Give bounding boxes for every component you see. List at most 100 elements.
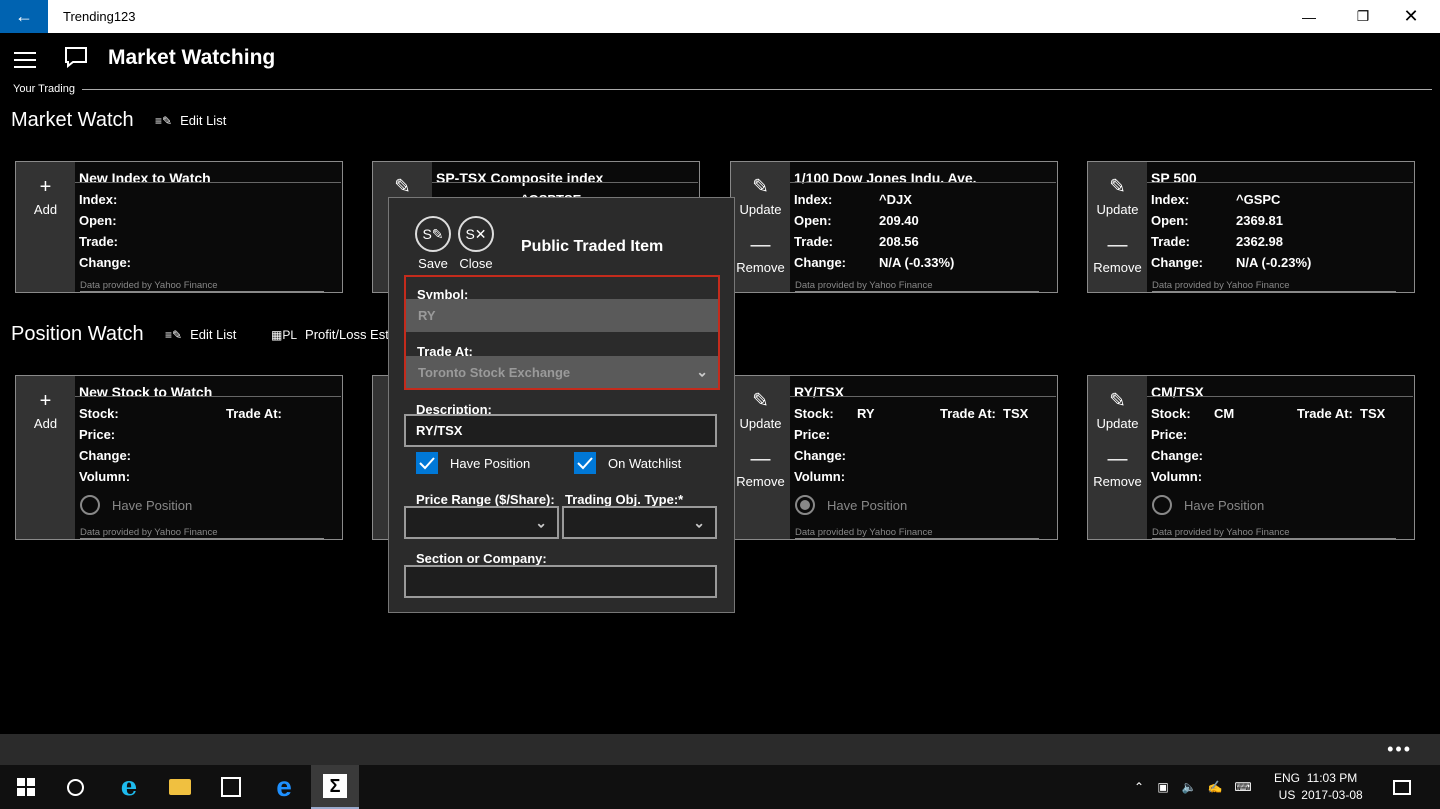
start-button[interactable] <box>2 765 50 809</box>
radio-circle-icon <box>795 495 815 515</box>
clock[interactable]: 11:03 PM 2017-03-08 <box>1300 770 1364 804</box>
more-options-icon[interactable]: ••• <box>1387 740 1412 758</box>
explorer-taskbar-button[interactable] <box>156 765 204 809</box>
have-position-radio[interactable]: Have Position <box>795 495 907 515</box>
price-label: Price: <box>1151 427 1188 442</box>
plus-icon: + <box>39 390 52 412</box>
volume-icon[interactable]: 🔈 <box>1176 780 1202 794</box>
card-title: SP-TSX Composite index <box>436 170 604 186</box>
have-position-checkbox[interactable]: Have Position <box>416 452 530 474</box>
back-button[interactable]: ← <box>0 0 48 33</box>
command-bar: ••• <box>0 734 1440 765</box>
profit-loss-label: Profit/Loss Est <box>305 327 389 342</box>
description-input[interactable]: RY/TSX <box>404 414 717 447</box>
save-button[interactable]: S✎ Save <box>413 216 453 271</box>
network-icon[interactable]: ▣ <box>1150 780 1176 794</box>
market-edit-list-button[interactable]: ≡✎ Edit List <box>155 113 226 128</box>
chat-bubble-icon <box>65 47 87 68</box>
list-edit-icon: ≡✎ <box>155 113 173 128</box>
restore-button[interactable]: ❐ <box>1340 0 1386 33</box>
trade-at-label: Trade At: <box>940 406 996 421</box>
open-value: 2369.81 <box>1236 213 1283 228</box>
update-button[interactable]: ✎ Update <box>1088 176 1147 217</box>
windows-taskbar: e e Σ ⌃ ▣ 🔈 ✍ ⌨ ENG US 11:03 PM 2017-03-… <box>0 765 1440 809</box>
chevron-down-icon: ⌄ <box>693 514 705 530</box>
action-center-button[interactable] <box>1378 765 1426 809</box>
card-title: CM/TSX <box>1151 384 1204 400</box>
trade-label: Trade: <box>1151 234 1191 249</box>
card-divider <box>1147 396 1413 397</box>
add-index-button[interactable]: + Add <box>16 176 75 217</box>
trade-at-select[interactable]: Toronto Stock Exchange ⌄ <box>406 356 718 388</box>
trade-label: Trade: <box>79 234 119 249</box>
trade-at-label: Trade At: <box>1297 406 1353 421</box>
breadcrumb: Your Trading <box>13 83 75 95</box>
change-value: N/A (-0.23%) <box>1236 255 1312 270</box>
edge-taskbar-button[interactable]: e <box>260 765 308 809</box>
keyboard-icon[interactable]: ⌨ <box>1228 780 1258 794</box>
input-language[interactable]: ENG US <box>1271 770 1303 804</box>
data-credit: Data provided by Yahoo Finance <box>80 527 324 539</box>
card-title: New Stock to Watch <box>79 384 213 400</box>
market-card-sp500: ✎ Update — Remove SP 500 Index: Open: Trad… <box>1087 161 1415 293</box>
remove-button[interactable]: — Remove <box>1088 448 1147 489</box>
data-credit: Data provided by Yahoo Finance <box>1152 527 1396 539</box>
ie-taskbar-button[interactable]: e <box>105 765 153 809</box>
radio-circle-icon <box>80 495 100 515</box>
position-watch-heading: Position Watch <box>11 323 144 345</box>
minus-icon: — <box>1107 448 1128 470</box>
minimize-button[interactable]: — <box>1286 0 1332 33</box>
change-label: Change: <box>79 255 131 270</box>
price-range-select[interactable]: ⌄ <box>404 506 559 539</box>
close-window-button[interactable]: ✕ <box>1388 0 1434 33</box>
trending123-taskbar-button[interactable]: Σ <box>311 765 359 809</box>
volume-label: Volumn: <box>79 469 131 484</box>
remove-button[interactable]: — Remove <box>731 234 790 275</box>
symbol-field[interactable]: RY <box>406 299 718 332</box>
volume-label: Volumn: <box>794 469 846 484</box>
update-button[interactable]: ✎ Update <box>731 176 790 217</box>
chevron-up-icon[interactable]: ⌃ <box>1128 780 1150 794</box>
market-card-djx: ✎ Update — Remove 1/100 Dow Jones Indu. Av… <box>730 161 1058 293</box>
update-button[interactable]: ✎ Update <box>731 390 790 431</box>
profit-loss-button[interactable]: ▦PL Profit/Loss Est <box>271 327 389 342</box>
position-edit-list-button[interactable]: ≡✎ Edit List <box>165 327 236 342</box>
close-button[interactable]: S✕ Close <box>456 216 496 271</box>
edit-list-label: Edit List <box>180 113 227 128</box>
change-label: Change: <box>794 448 846 463</box>
remove-button[interactable]: — Remove <box>1088 234 1147 275</box>
change-label: Change: <box>1151 448 1203 463</box>
stock-value: CM <box>1214 406 1235 421</box>
market-watch-heading: Market Watch <box>11 109 134 131</box>
stock-label: Stock: <box>794 406 834 421</box>
trade-at-value: TSX <box>1360 406 1386 421</box>
card-divider <box>432 182 698 183</box>
price-label: Price: <box>794 427 831 442</box>
store-bag-icon <box>221 777 241 797</box>
trading-type-label: Trading Obj. Type:* <box>565 492 684 507</box>
trade-at-label: Trade At: <box>226 406 282 421</box>
store-taskbar-button[interactable] <box>207 765 255 809</box>
trading-type-select[interactable]: ⌄ <box>562 506 717 539</box>
folder-icon <box>169 779 191 795</box>
update-button[interactable]: ✎ Update <box>1088 390 1147 431</box>
card-divider <box>75 396 341 397</box>
trade-label: Trade: <box>794 234 834 249</box>
have-position-radio[interactable]: Have Position <box>80 495 192 515</box>
minimize-icon: — <box>1302 8 1316 25</box>
card-divider <box>790 182 1056 183</box>
sigma-icon: Σ <box>323 774 347 798</box>
public-traded-item-dialog: S✎ Save S✕ Close Public Traded Item Symb… <box>388 197 735 613</box>
card-title: 1/100 Dow Jones Indu. Ave. <box>794 170 977 186</box>
search-button[interactable] <box>51 765 99 809</box>
section-company-input[interactable] <box>404 565 717 598</box>
position-card-cm: ✎ Update — Remove CM/TSX Stock: Price: Cha… <box>1087 375 1415 540</box>
remove-button[interactable]: — Remove <box>731 448 790 489</box>
on-watchlist-checkbox[interactable]: On Watchlist <box>574 452 681 474</box>
have-position-radio[interactable]: Have Position <box>1152 495 1264 515</box>
price-label: Price: <box>79 427 116 442</box>
add-stock-button[interactable]: + Add <box>16 390 75 431</box>
dialog-title: Public Traded Item <box>521 238 664 255</box>
pen-icon[interactable]: ✍ <box>1202 780 1228 794</box>
hamburger-menu-icon[interactable] <box>14 52 36 68</box>
